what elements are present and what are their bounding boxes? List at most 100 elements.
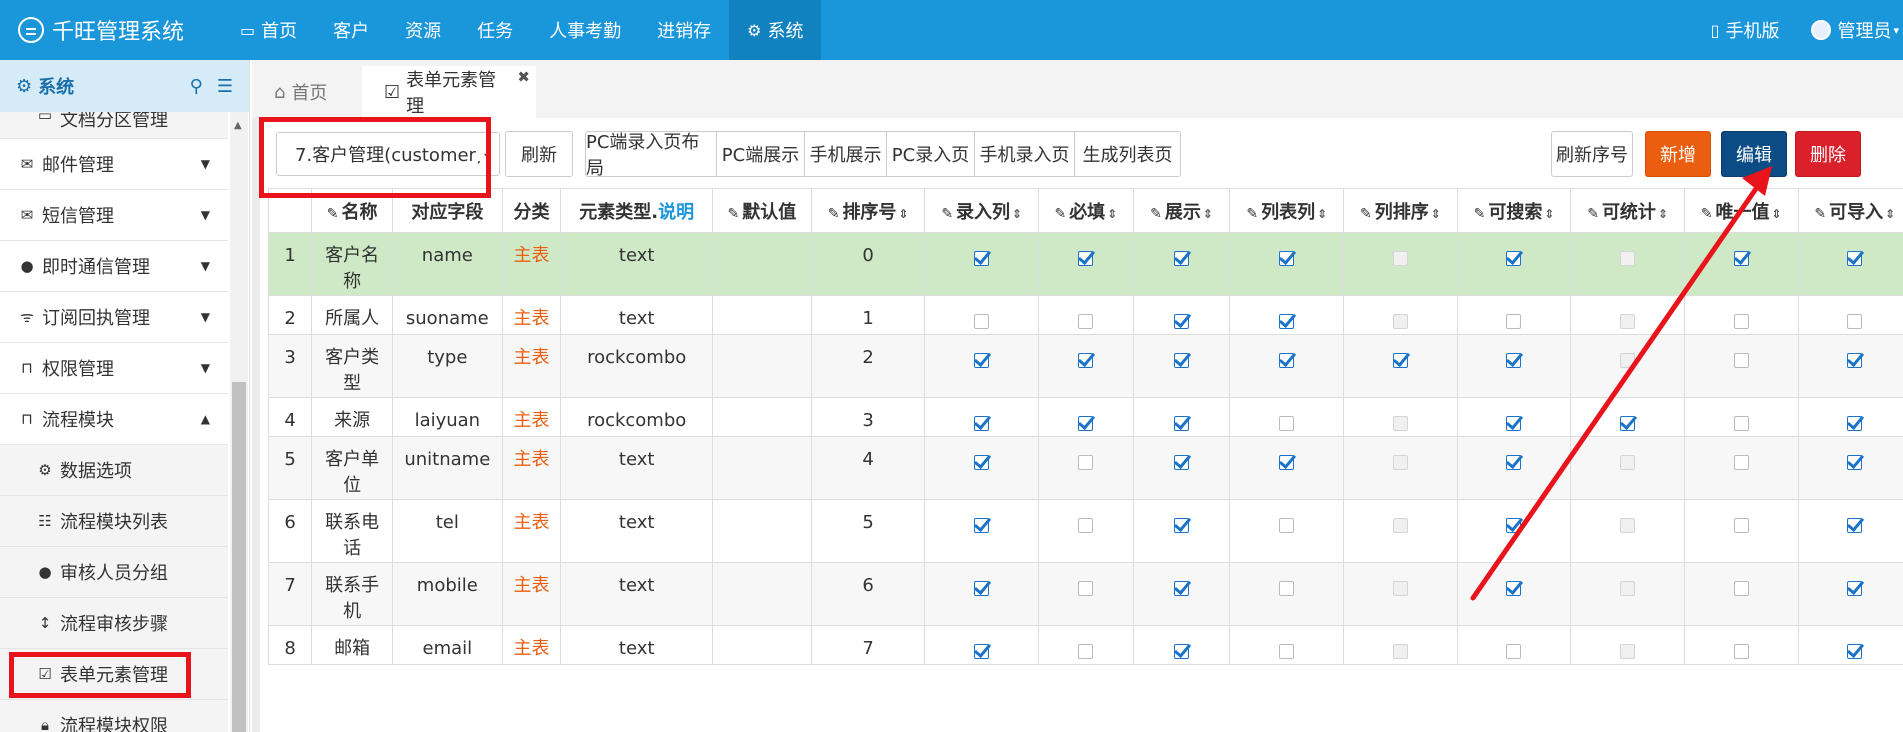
- cell-entry-col[interactable]: [924, 625, 1040, 665]
- cell-unique[interactable]: [1683, 295, 1799, 335]
- checkbox[interactable]: [1506, 415, 1522, 431]
- scroll-up-icon[interactable]: ▲: [234, 120, 242, 131]
- cell-unique[interactable]: [1683, 436, 1799, 500]
- generate-list-page-button[interactable]: 生成列表页: [1075, 131, 1181, 177]
- sort-icon[interactable]: ⇕: [1658, 207, 1668, 221]
- cell-statistic[interactable]: [1570, 295, 1685, 335]
- checkbox[interactable]: [1506, 454, 1522, 470]
- cell-list-col[interactable]: [1229, 436, 1345, 500]
- cell-unique[interactable]: [1683, 562, 1799, 626]
- cell-display[interactable]: [1132, 334, 1231, 398]
- tab-form-elements[interactable]: ☑ 表单元素管理 ✖: [362, 66, 536, 118]
- header-statistic[interactable]: ✎ 可统计 ⇕: [1570, 188, 1685, 233]
- sort-icon[interactable]: ⇕: [1544, 207, 1554, 221]
- cell-list-col[interactable]: [1229, 562, 1345, 626]
- refresh-order-button[interactable]: 刷新序号: [1551, 131, 1633, 177]
- checkbox[interactable]: [1733, 352, 1749, 368]
- cell-default[interactable]: [711, 625, 812, 665]
- header-display[interactable]: ✎ 展示 ⇕: [1132, 188, 1231, 233]
- checkbox[interactable]: [1847, 643, 1863, 659]
- table-row[interactable]: 2所属人suoname主表text1居中: [268, 295, 1903, 335]
- cell-list-col[interactable]: [1229, 295, 1345, 335]
- checkbox[interactable]: [1620, 454, 1636, 470]
- cell-statistic[interactable]: [1570, 436, 1685, 500]
- sort-icon[interactable]: ⇕: [1431, 207, 1441, 221]
- checkbox[interactable]: [1847, 352, 1863, 368]
- checkbox[interactable]: [1392, 313, 1408, 329]
- cell-searchable[interactable]: [1456, 499, 1572, 563]
- cell-name[interactable]: 客户单位: [311, 436, 394, 500]
- checkbox[interactable]: [1733, 454, 1749, 470]
- sort-icon[interactable]: ⇕: [1203, 207, 1213, 221]
- cell-required[interactable]: [1038, 436, 1134, 500]
- checkbox[interactable]: [1174, 517, 1190, 533]
- close-icon[interactable]: ✖: [517, 68, 530, 86]
- mobile-entry-page-button[interactable]: 手机录入页: [975, 131, 1075, 177]
- nav-system[interactable]: ⚙ 系统: [729, 0, 822, 60]
- header-entry-col[interactable]: ✎ 录入列 ⇕: [924, 188, 1040, 233]
- checkbox[interactable]: [1847, 580, 1863, 596]
- checkbox[interactable]: [1506, 643, 1522, 659]
- checkbox[interactable]: [1847, 313, 1863, 329]
- nav-user[interactable]: 管理员 ▾: [1795, 0, 1903, 60]
- nav-resource[interactable]: 资源: [387, 0, 459, 60]
- checkbox[interactable]: [1174, 313, 1190, 329]
- checkbox[interactable]: [1733, 580, 1749, 596]
- table-row[interactable]: 1客户名称name主表text0居中: [268, 232, 1903, 296]
- checkbox[interactable]: [1392, 580, 1408, 596]
- sidebar-item-flow-module[interactable]: ⊓ 流程模块 ▲: [0, 394, 228, 445]
- header-searchable[interactable]: ✎ 可搜索 ⇕: [1456, 188, 1572, 233]
- cell-importable[interactable]: [1797, 295, 1903, 335]
- cell-default[interactable]: [711, 562, 812, 626]
- nav-hr[interactable]: 人事考勤: [531, 0, 639, 60]
- cell-importable[interactable]: [1797, 334, 1903, 398]
- pc-entry-layout-button[interactable]: PC端录入页布局: [585, 131, 717, 179]
- checkbox[interactable]: [1733, 250, 1749, 266]
- sidebar-item-sms[interactable]: ✉ 短信管理 ▼: [0, 190, 228, 241]
- pc-display-button[interactable]: PC端展示: [717, 131, 805, 177]
- cell-searchable[interactable]: [1456, 436, 1572, 500]
- cell-col-sort[interactable]: [1343, 625, 1458, 665]
- checkbox[interactable]: [1733, 517, 1749, 533]
- nav-home[interactable]: ▭ 首页: [222, 0, 315, 60]
- checkbox[interactable]: [974, 643, 990, 659]
- checkbox[interactable]: [1078, 454, 1094, 470]
- checkbox[interactable]: [1078, 313, 1094, 329]
- cell-unique[interactable]: [1683, 232, 1799, 296]
- cell-required[interactable]: [1038, 625, 1134, 665]
- nav-task[interactable]: 任务: [459, 0, 531, 60]
- cell-display[interactable]: [1132, 499, 1231, 563]
- cell-required[interactable]: [1038, 334, 1134, 398]
- header-list-col[interactable]: ✎ 列表列 ⇕: [1229, 188, 1345, 233]
- checkbox[interactable]: [1078, 352, 1094, 368]
- checkbox[interactable]: [1620, 415, 1636, 431]
- sort-icon[interactable]: ⇕: [1012, 207, 1022, 221]
- checkbox[interactable]: [1279, 643, 1295, 659]
- cell-importable[interactable]: [1797, 232, 1903, 296]
- checkbox[interactable]: [1506, 580, 1522, 596]
- cell-searchable[interactable]: [1456, 562, 1572, 626]
- cell-list-col[interactable]: [1229, 625, 1345, 665]
- checkbox[interactable]: [1174, 643, 1190, 659]
- search-icon[interactable]: ⚲: [190, 76, 203, 97]
- cell-name[interactable]: 联系手机: [311, 562, 394, 626]
- mobile-display-button[interactable]: 手机展示: [805, 131, 887, 177]
- cell-searchable[interactable]: [1456, 397, 1572, 437]
- cell-display[interactable]: [1132, 625, 1231, 665]
- cell-display[interactable]: [1132, 397, 1231, 437]
- checkbox[interactable]: [1392, 352, 1408, 368]
- cell-entry-col[interactable]: [924, 295, 1040, 335]
- checkbox[interactable]: [974, 580, 990, 596]
- checkbox[interactable]: [974, 415, 990, 431]
- cell-default[interactable]: [711, 436, 812, 500]
- checkbox[interactable]: [1847, 415, 1863, 431]
- cell-default[interactable]: [711, 295, 812, 335]
- cell-name[interactable]: 邮箱: [311, 625, 394, 665]
- checkbox[interactable]: [1620, 643, 1636, 659]
- cell-order[interactable]: 2: [810, 334, 926, 398]
- table-row[interactable]: 5客户单位unitname主表text4居中: [268, 436, 1903, 500]
- checkbox[interactable]: [1506, 313, 1522, 329]
- cell-entry-col[interactable]: [924, 436, 1040, 500]
- menu-icon[interactable]: ☰: [217, 76, 233, 97]
- checkbox[interactable]: [1506, 250, 1522, 266]
